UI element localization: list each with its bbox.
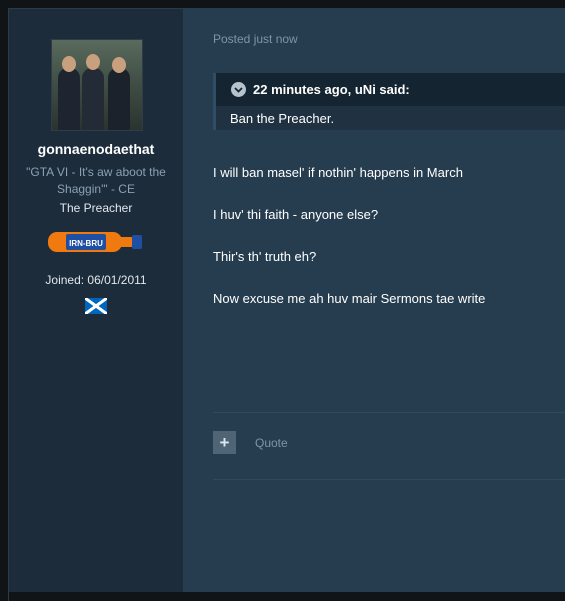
author-username[interactable]: gonnaenodaethat [9,141,183,157]
irn-bru-bottle-icon: IRN-BRU [48,232,142,252]
post-divider-bottom [213,479,565,480]
quote-author[interactable]: 22 minutes ago, uNi said: [253,82,410,97]
scotland-flag-icon [85,298,107,314]
avatar[interactable] [51,39,143,131]
post-text-line: Thir's th' truth eh? [213,249,317,264]
multiquote-plus-button[interactable]: + [213,431,236,454]
post-divider-top [213,412,565,413]
quote-header[interactable]: 22 minutes ago, uNi said: [216,73,565,106]
author-custom-title: "GTA VI - It's aw aboot the Shaggin'" - … [26,165,166,196]
post-timestamp[interactable]: Posted just now [213,32,298,46]
author-rank: The Preacher [59,201,133,215]
quote-button[interactable]: Quote [255,436,288,450]
post-text-line: I will ban masel' if nothin' happens in … [213,165,463,180]
badge-text: IRN-BRU [69,239,103,248]
sidebar-pointer [166,70,183,102]
quote-block: 22 minutes ago, uNi said: Ban the Preach… [213,73,565,130]
post-text-line: Now excuse me ah huv mair Sermons tae wr… [213,291,486,306]
chevron-down-icon[interactable] [231,82,246,97]
author-joined-date: Joined: 06/01/2011 [45,273,147,287]
quote-text: Ban the Preacher. [230,111,335,126]
post-text-line: I huv' thi faith - anyone else? [213,207,379,222]
